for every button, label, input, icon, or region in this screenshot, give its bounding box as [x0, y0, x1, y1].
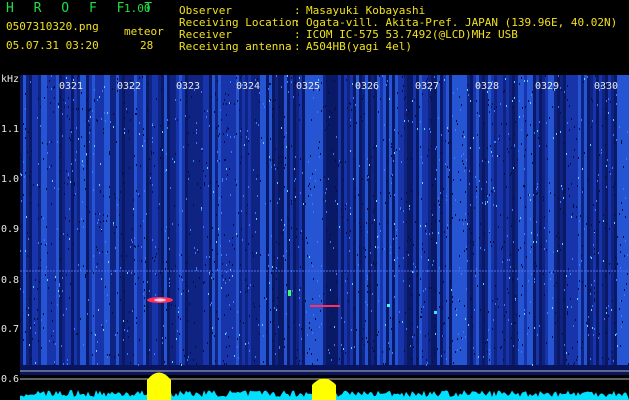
time-tick-0327: 0327: [415, 81, 440, 92]
y-label-1-1: 1.1: [1, 124, 20, 135]
time-tick-0328: 0328: [475, 81, 500, 92]
time-tick-0329: 0329: [535, 81, 560, 92]
y-label-0-8: 0.8: [1, 275, 20, 286]
y-label-0-6: 0.6: [1, 374, 20, 385]
antenna-colon: :: [294, 40, 301, 53]
peak-level-2: [312, 378, 336, 400]
antenna-label: Receiving antenna: [179, 40, 292, 53]
time-tick-0325: 0325: [296, 81, 321, 92]
hroft-window: H R O F F T 1.00 0507310320.png meteor 0…: [0, 0, 629, 400]
time-tick-0323: 0323: [176, 81, 201, 92]
time-tick-0322: 0322: [117, 81, 142, 92]
meteor-echo-4: [387, 304, 390, 307]
y-label-1-0: 1.0: [1, 174, 20, 185]
time-tick-0324: 0324: [236, 81, 261, 92]
meteor-label: meteor: [124, 25, 164, 38]
filename-label: 0507310320.png: [6, 20, 99, 33]
time-tick-0321: 0321: [59, 81, 84, 92]
datetime-label: 05.07.31 03:20: [6, 39, 99, 52]
spectrogram-bands: [20, 75, 629, 365]
peak-level-1: [147, 372, 171, 400]
version-label: 1.00: [124, 2, 151, 15]
meteor-echo-3: [288, 290, 291, 296]
meteor-echo-5: [434, 311, 437, 314]
y-axis-unit: kHz: [1, 74, 20, 85]
meteor-count: 28: [140, 39, 154, 52]
time-tick-0330: 0330: [594, 81, 619, 92]
time-tick-0326: 0326: [355, 81, 380, 92]
meteor-echo-1-core: [154, 298, 166, 302]
spectrogram: [20, 75, 629, 400]
y-label-0-9: 0.9: [1, 224, 20, 235]
antenna-value: A504HB(yagi 4el): [306, 40, 412, 53]
y-label-0-7: 0.7: [1, 324, 20, 335]
